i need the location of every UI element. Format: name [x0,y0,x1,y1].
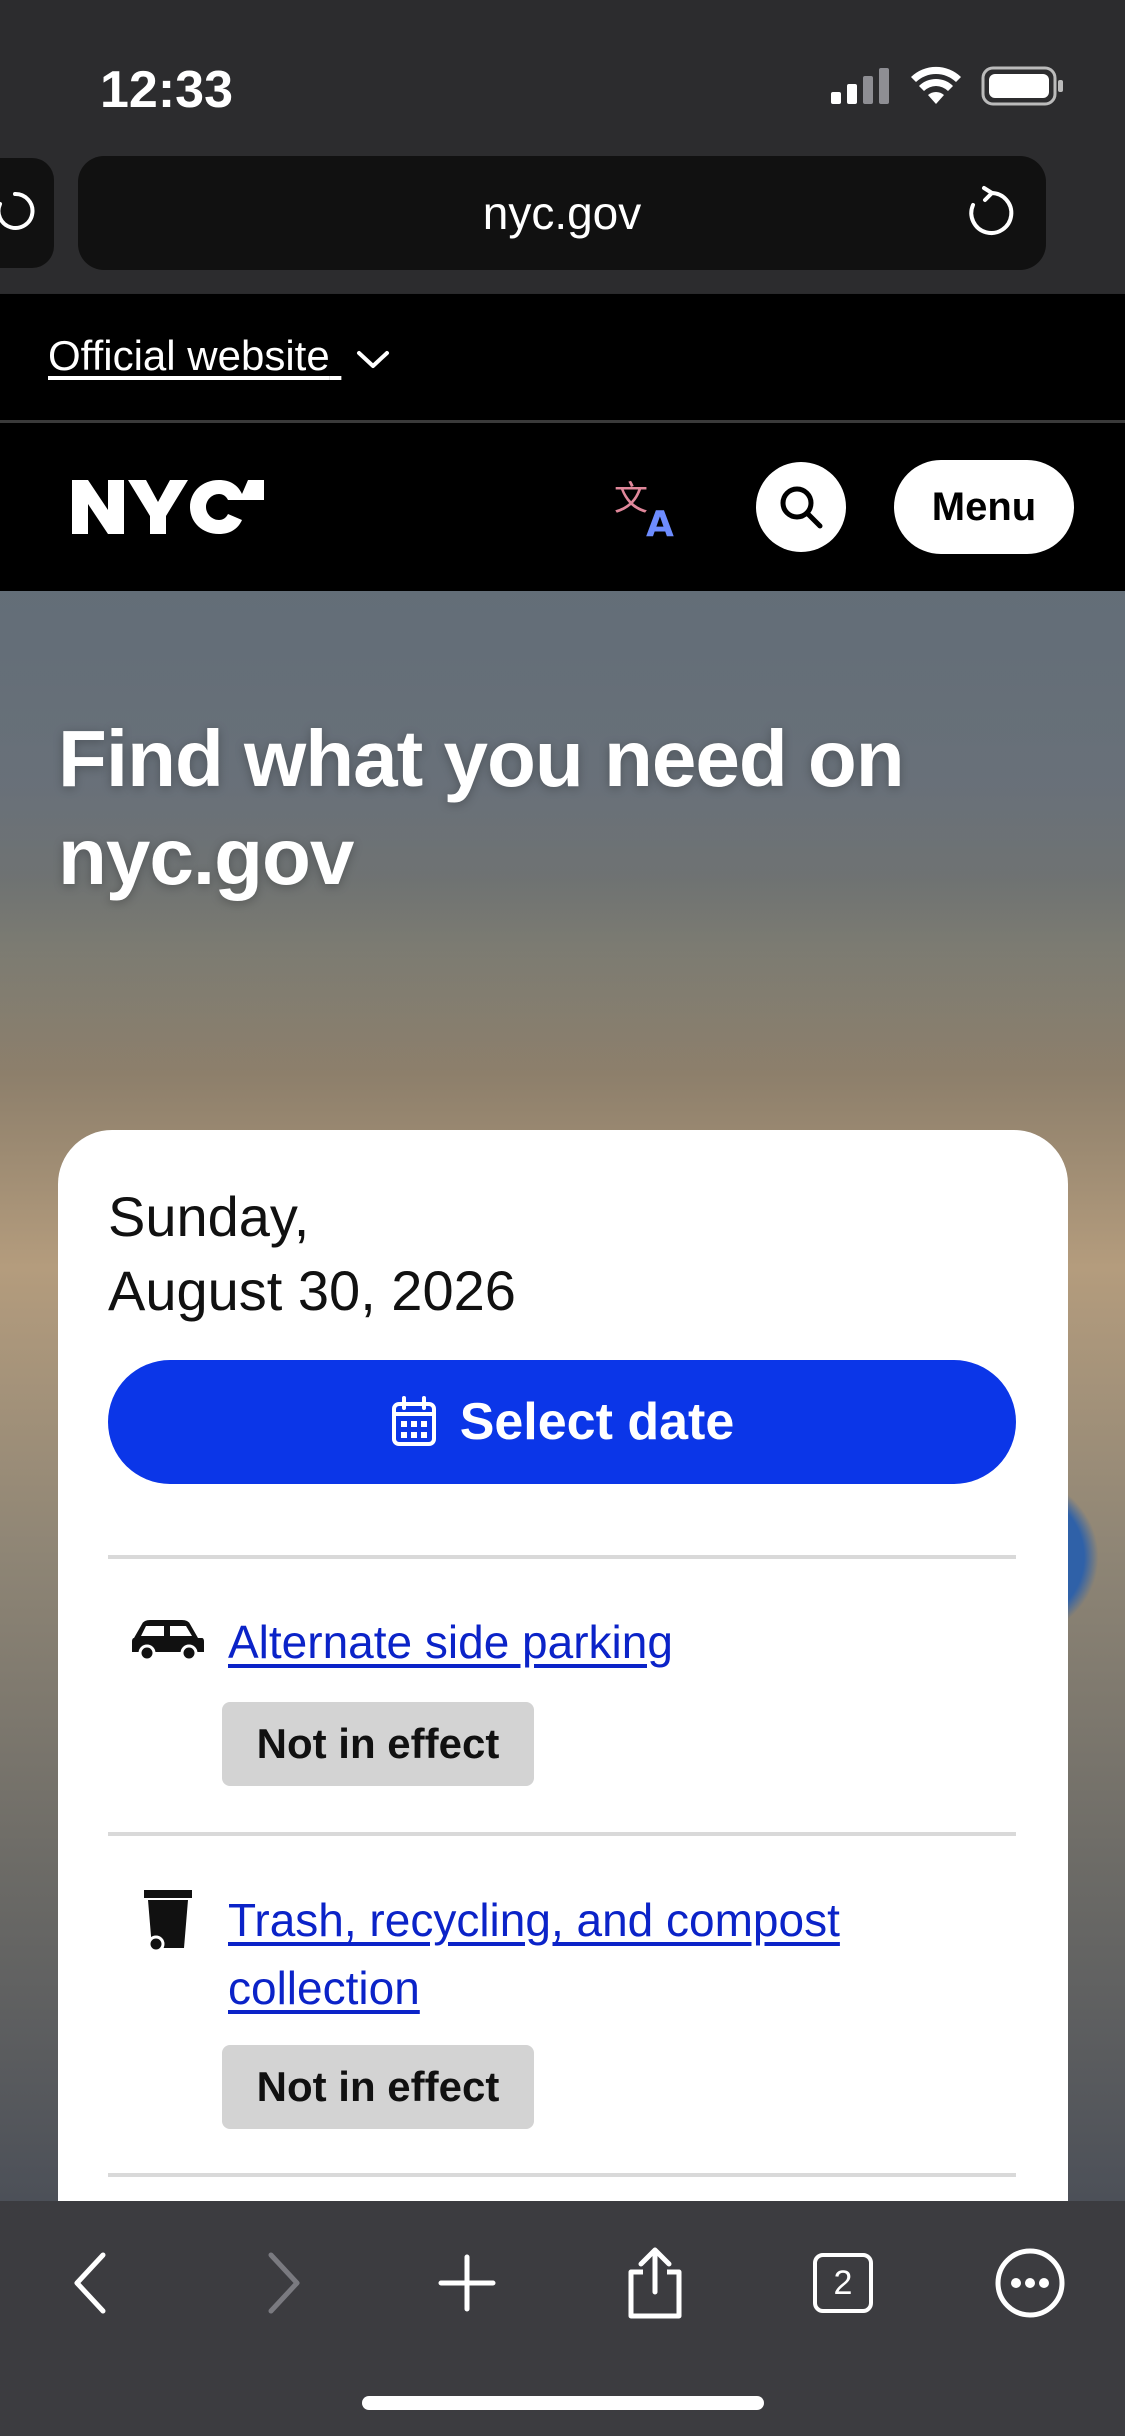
more-options-button[interactable] [985,2238,1075,2328]
status-icons [829,66,1065,106]
reload-icon [0,191,35,230]
car-icon [132,1620,204,1662]
translate-icon[interactable]: 文 A [612,476,684,540]
official-website-label: Official website [48,332,330,379]
svg-text:文: 文 [614,479,648,519]
tab-count: 2 [833,2263,853,2302]
status-time: 12:33 [100,61,233,119]
date-full: August 30, 2026 [108,1259,516,1322]
select-date-button[interactable]: Select date [108,1360,1016,1484]
divider [108,1832,1016,1836]
new-tab-button[interactable] [422,2238,512,2328]
forward-button[interactable] [238,2238,328,2328]
alternate-side-parking-link[interactable]: Alternate side parking [228,1608,988,1676]
svg-text:A: A [646,504,674,540]
address-bar[interactable]: nyc.gov [78,156,1046,270]
search-button[interactable] [756,462,846,552]
cellular-signal-icon [831,68,889,104]
trash-recycling-compost-link[interactable]: Trash, recycling, and compost collection [228,1886,988,2022]
chevron-left-icon [74,2252,106,2314]
calendar-icon [391,1396,436,1446]
url-text: nyc.gov [482,187,642,239]
wifi-icon [911,66,961,104]
plus-icon [438,2254,496,2312]
status-badge: Not in effect [222,1702,534,1786]
back-button[interactable] [46,2238,136,2328]
tabs-button[interactable]: 2 [798,2238,888,2328]
share-button[interactable] [610,2238,700,2328]
divider [108,2173,1016,2177]
share-icon [628,2247,682,2319]
hero-title: Find what you need on nyc.gov [58,714,905,901]
menu-button[interactable]: Menu [894,460,1074,554]
divider [108,1555,1016,1559]
search-icon [780,486,823,529]
nyc-logo[interactable] [70,476,266,538]
chevron-right-icon [268,2252,300,2314]
home-indicator [362,2396,764,2410]
ellipsis-circle-icon [995,2248,1065,2318]
status-badge: Not in effect [222,2045,534,2129]
previous-tab-preview[interactable] [0,158,54,268]
date-weekday: Sunday, [108,1185,310,1248]
select-date-label: Select date [459,1393,735,1451]
trash-can-icon [144,1890,192,1953]
battery-icon [981,66,1063,106]
official-website-toggle[interactable]: Official website [48,332,391,380]
current-date: Sunday, August 30, 2026 [108,1180,516,1328]
reload-icon[interactable] [962,184,1020,242]
chevron-down-icon [357,350,390,368]
